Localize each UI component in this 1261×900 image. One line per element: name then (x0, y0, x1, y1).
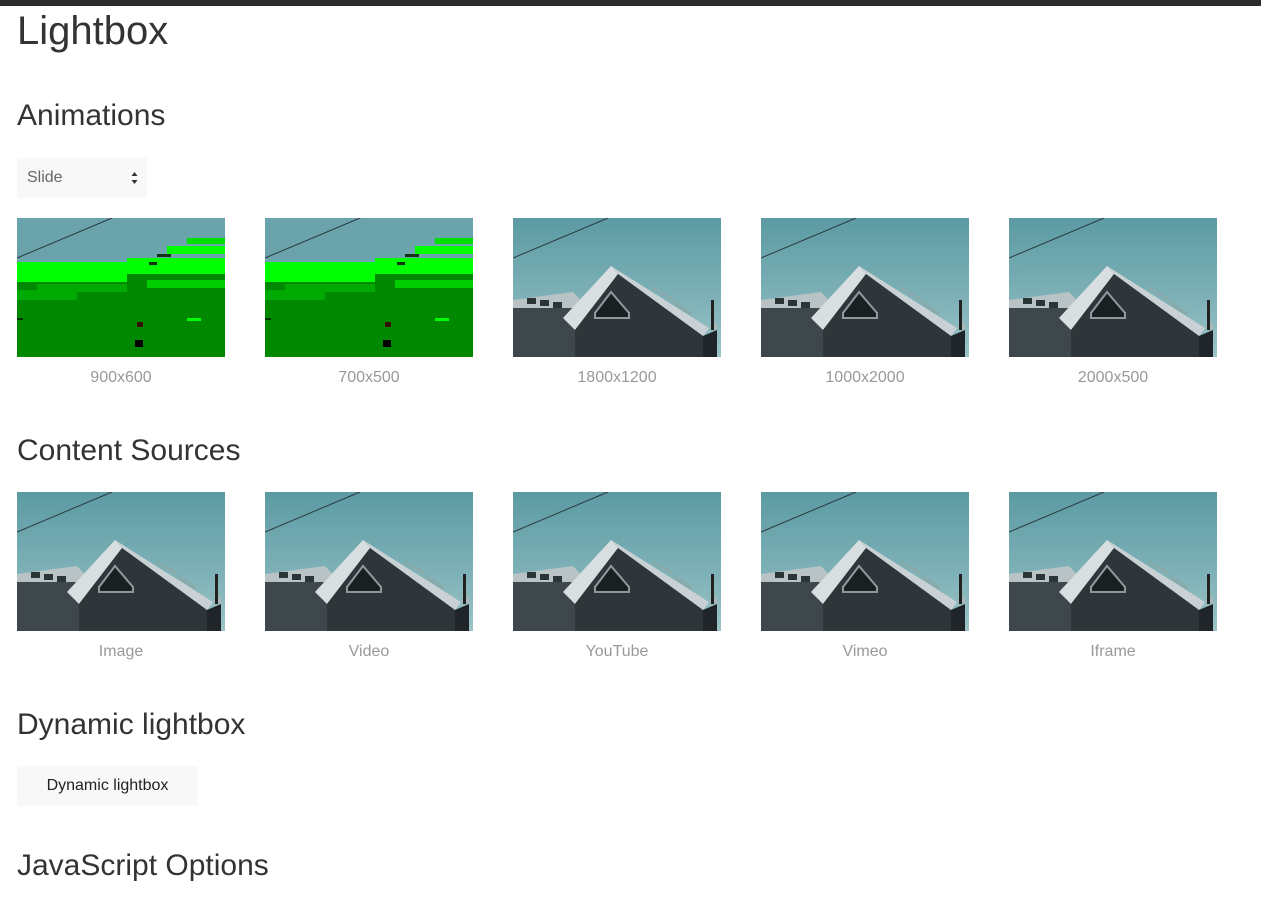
thumbnail-caption: Image (98, 643, 144, 660)
thumbnail[interactable] (761, 492, 969, 631)
thumbnail-caption: 1000x2000 (825, 369, 905, 386)
section-heading-dynamic-lightbox: Dynamic lightbox (17, 708, 246, 741)
page-title: Lightbox (17, 9, 169, 53)
house-photo (265, 492, 473, 631)
content-source-gallery-item[interactable]: YouTube (513, 492, 721, 662)
animation-select[interactable]: Slide (17, 158, 147, 198)
thumbnail-caption: 700x500 (338, 369, 400, 386)
content-source-gallery-item[interactable]: Video (265, 492, 473, 662)
thumbnail[interactable] (265, 218, 473, 357)
section-heading-animations: Animations (17, 99, 166, 132)
house-photo (513, 492, 721, 631)
dynamic-lightbox-button[interactable]: Dynamic lightbox (17, 766, 198, 806)
animation-select-value: Slide (27, 169, 63, 186)
thumbnail[interactable] (1009, 492, 1217, 631)
house-photo (513, 218, 721, 357)
thumbnail[interactable] (513, 492, 721, 631)
house-photo (17, 492, 225, 631)
content-source-gallery-item[interactable]: Iframe (1009, 492, 1217, 662)
top-bar (0, 0, 1261, 6)
thumbnail-caption: 2000x500 (1077, 369, 1149, 386)
house-photo (1009, 492, 1217, 631)
animation-gallery-item[interactable]: 1800x1200 (513, 218, 721, 388)
animation-gallery-item[interactable]: 900x600 (17, 218, 225, 388)
house-photo (761, 218, 969, 357)
thumbnail[interactable] (761, 218, 969, 357)
house-photo (1009, 218, 1217, 357)
glitched-image (17, 218, 225, 357)
thumbnail-caption: Vimeo (842, 643, 888, 660)
section-heading-content-sources: Content Sources (17, 434, 241, 467)
animation-gallery-item[interactable]: 2000x500 (1009, 218, 1217, 388)
thumbnail[interactable] (17, 218, 225, 357)
thumbnail[interactable] (513, 218, 721, 357)
section-heading-javascript-options: JavaScript Options (17, 849, 269, 882)
glitched-image (265, 218, 473, 357)
select-arrows-icon (131, 172, 138, 184)
thumbnail-caption: Video (348, 643, 390, 660)
thumbnail[interactable] (1009, 218, 1217, 357)
thumbnail-caption: 900x600 (90, 369, 152, 386)
content-source-gallery-item[interactable]: Vimeo (761, 492, 969, 662)
house-photo (761, 492, 969, 631)
thumbnail-caption: YouTube (585, 643, 649, 660)
content-source-gallery-item[interactable]: Image (17, 492, 225, 662)
thumbnail-caption: 1800x1200 (577, 369, 657, 386)
thumbnail-caption: Iframe (1090, 643, 1136, 660)
thumbnail[interactable] (265, 492, 473, 631)
thumbnail[interactable] (17, 492, 225, 631)
animation-gallery-item[interactable]: 1000x2000 (761, 218, 969, 388)
animation-gallery-item[interactable]: 700x500 (265, 218, 473, 388)
